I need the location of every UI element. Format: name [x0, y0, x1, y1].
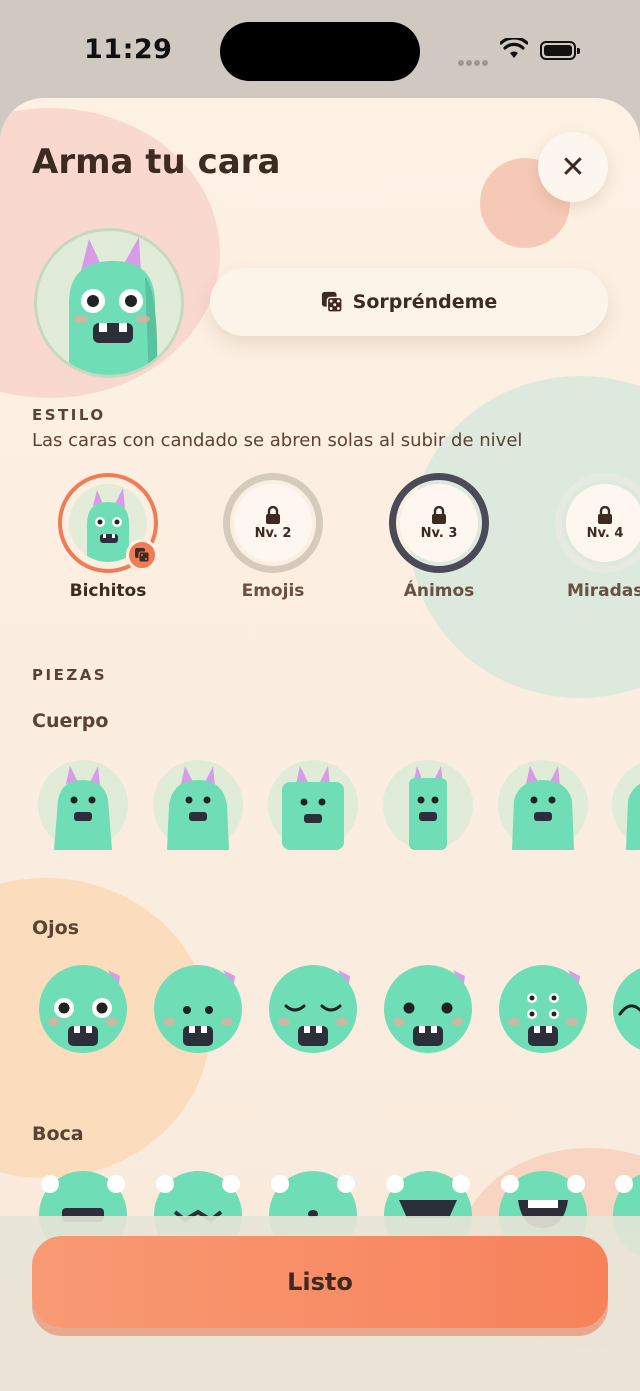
body-option[interactable]: [268, 760, 358, 850]
eyes-option[interactable]: [38, 964, 128, 1054]
style-option-animos[interactable]: Nv. 3 Ánimos: [389, 473, 489, 601]
clock: 11:29: [84, 34, 173, 65]
style-name: Bichitos: [69, 581, 147, 601]
dice-icon: [321, 291, 343, 313]
done-button[interactable]: Listo: [32, 1236, 608, 1328]
battery-icon: [540, 41, 580, 60]
footer-bar: Listo: [0, 1216, 640, 1391]
body-option[interactable]: [383, 760, 473, 850]
pieces-section-label: PIEZAS: [32, 666, 108, 684]
mouth-group-label: Boca: [32, 1123, 84, 1145]
status-bar: 11:29: [0, 0, 640, 100]
style-hint: Las caras con candado se abren solas al …: [32, 430, 523, 451]
lock-icon: [266, 505, 280, 524]
level-label: Nv. 2: [254, 525, 292, 541]
dice-badge-icon: [126, 539, 158, 571]
style-ring-selected: [58, 473, 158, 573]
done-button-label: Listo: [287, 1268, 353, 1296]
eyes-option[interactable]: [153, 964, 243, 1054]
eyes-option[interactable]: [383, 964, 473, 1054]
style-ring: Nv. 4: [555, 473, 640, 573]
close-icon: ✕: [560, 149, 586, 185]
lock-icon: [432, 505, 446, 524]
style-name: Miradas: [567, 581, 640, 601]
style-name: Ánimos: [403, 581, 475, 601]
style-ring: Nv. 3: [389, 473, 489, 573]
eyes-option[interactable]: [612, 964, 640, 1054]
style-ring: Nv. 2: [223, 473, 323, 573]
level-label: Nv. 3: [420, 525, 458, 541]
body-option[interactable]: [498, 760, 588, 850]
surprise-button-label: Sorpréndeme: [352, 291, 498, 313]
eyes-option[interactable]: [268, 964, 358, 1054]
surprise-button[interactable]: Sorpréndeme: [210, 268, 608, 336]
close-button[interactable]: ✕: [538, 132, 608, 202]
level-label: Nv. 4: [586, 525, 624, 541]
face-builder-sheet: Arma tu cara ✕ Sorpréndeme ESTILO Las ca…: [0, 98, 640, 1391]
style-option-emojis[interactable]: Nv. 2 Emojis: [223, 473, 323, 601]
signal-icon: [458, 51, 490, 70]
lock-icon: [598, 505, 612, 524]
page-title: Arma tu cara: [32, 142, 281, 182]
monster-avatar-image: [69, 237, 158, 375]
body-option[interactable]: [153, 760, 243, 850]
eyes-option[interactable]: [498, 964, 588, 1054]
dynamic-island: [220, 22, 420, 81]
wifi-icon: [500, 38, 528, 58]
body-group-label: Cuerpo: [32, 710, 109, 732]
style-name: Emojis: [241, 581, 305, 601]
body-option[interactable]: [612, 760, 640, 850]
avatar-preview: [34, 228, 184, 378]
eyes-group-label: Ojos: [32, 917, 80, 939]
style-option-miradas[interactable]: Nv. 4 Miradas: [555, 473, 640, 601]
style-option-bichitos[interactable]: Bichitos: [58, 473, 158, 601]
style-section-label: ESTILO: [32, 406, 106, 424]
body-option[interactable]: [38, 760, 128, 850]
